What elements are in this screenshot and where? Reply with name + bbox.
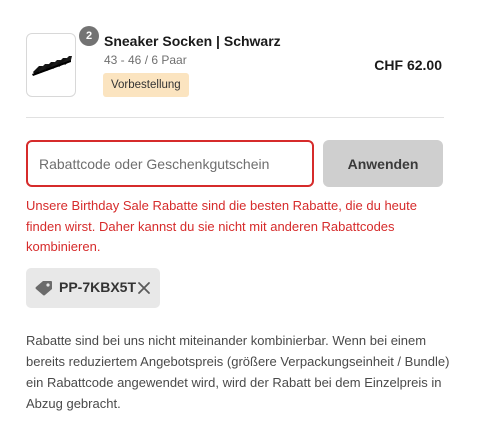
preorder-tag: Vorbestellung xyxy=(103,73,189,97)
tag-icon xyxy=(35,280,53,301)
quantity-badge: 2 xyxy=(79,26,99,46)
divider xyxy=(26,117,444,118)
product-thumbnail: 2 xyxy=(26,26,99,97)
discount-policy-note: Rabatte sind bei uns nicht miteinander k… xyxy=(26,333,450,411)
apply-discount-button[interactable]: Anwenden xyxy=(323,140,443,187)
close-icon[interactable] xyxy=(137,281,151,300)
product-variant: 43 - 46 / 6 Paar xyxy=(104,53,187,67)
discount-code-input[interactable] xyxy=(26,140,314,187)
product-price: CHF 62.00 xyxy=(374,57,442,73)
black-socks-icon xyxy=(32,56,72,76)
cart-item: 2 Sneaker Socken | Schwarz 43 - 46 / 6 P… xyxy=(26,26,444,99)
product-title: Sneaker Socken | Schwarz xyxy=(104,33,281,49)
applied-discount-chip: PP-7KBX5T xyxy=(26,268,160,308)
applied-discount-code: PP-7KBX5T xyxy=(59,279,137,295)
discount-error-message: Unsere Birthday Sale Rabatte sind die be… xyxy=(26,198,417,254)
